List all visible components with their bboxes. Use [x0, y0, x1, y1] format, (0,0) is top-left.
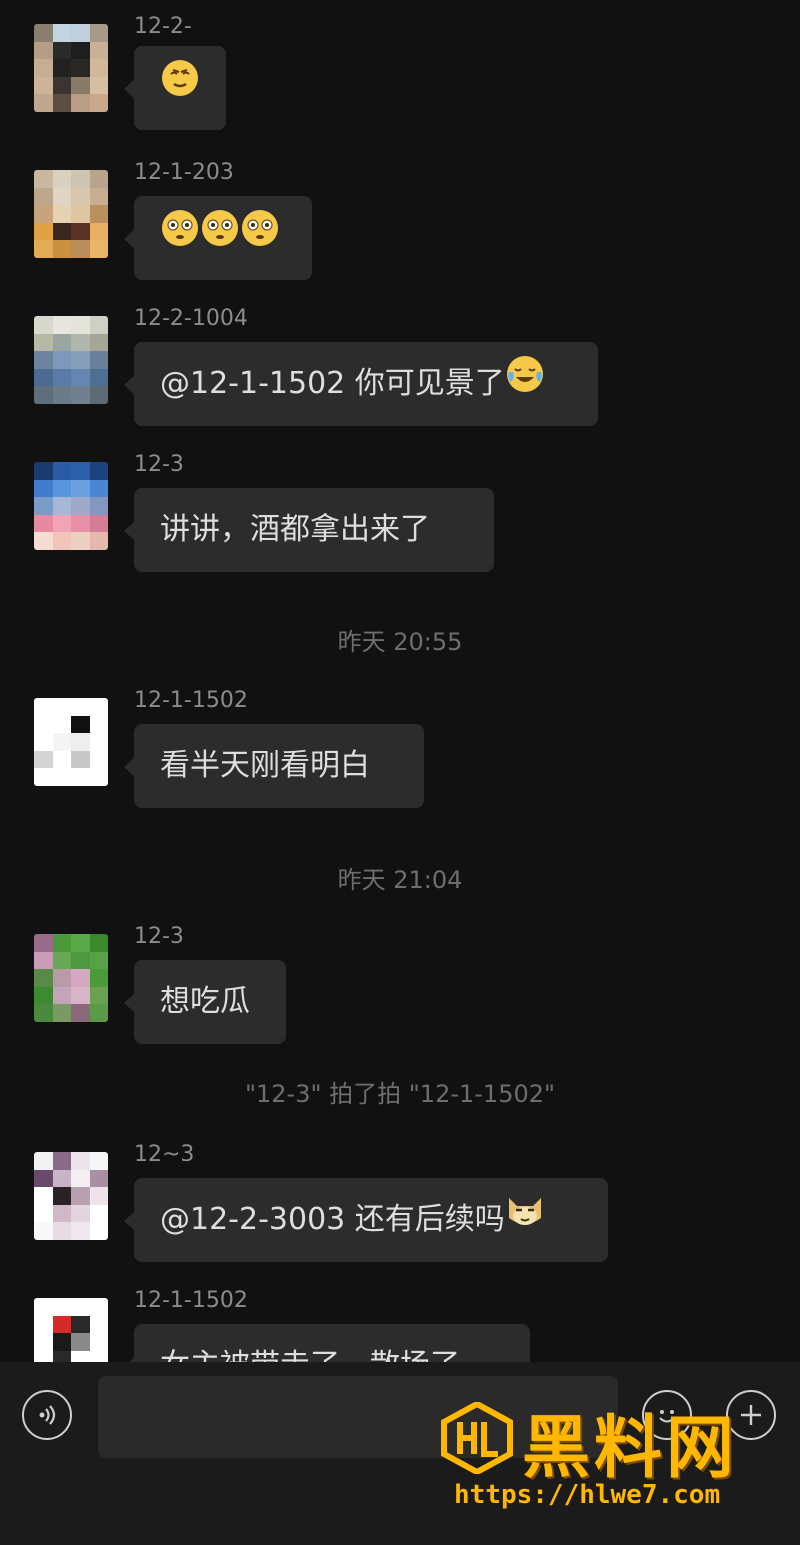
message-bubble[interactable]: @12-1-1502 你可见景了 — [124, 342, 598, 427]
message-bubble[interactable]: 看半天刚看明白 — [124, 724, 424, 808]
avatar[interactable] — [34, 934, 108, 1022]
avatar[interactable] — [34, 1298, 108, 1362]
voice-icon[interactable] — [22, 1390, 72, 1440]
sender-name: 12-1-203 — [134, 160, 234, 185]
mask-face-emoji — [160, 47, 200, 131]
tears-of-joy-emoji — [505, 343, 545, 427]
message-text: 讲讲，酒都拿出来了 — [160, 512, 430, 547]
message-item: 12~3 @12-2-3003 还有后续吗 — [0, 1142, 800, 1262]
message-bubble[interactable]: 女主被带走了，散场了 — [124, 1324, 530, 1362]
watermark-url: https://hlwe7.com — [454, 1480, 721, 1510]
message-item: 12-3 想吃瓜 — [0, 924, 800, 1044]
sender-name: 12-3 — [134, 924, 184, 949]
watermark-logo-icon — [440, 1400, 514, 1478]
message-text: @12-1-1502 你可见景了 — [160, 366, 505, 401]
message-bubble[interactable] — [124, 196, 312, 281]
sender-name: 12-2-1004 — [134, 306, 248, 331]
sender-name: 12-3 — [134, 452, 184, 477]
sender-name: 12~3 — [134, 1142, 195, 1167]
timestamp: 昨天 21:04 — [337, 866, 463, 894]
message-text: 想吃瓜 — [160, 984, 250, 1019]
message-bubble[interactable] — [124, 46, 226, 131]
flushed-face-emoji — [240, 197, 280, 281]
message-item: 12-1-1502 看半天刚看明白 — [0, 688, 800, 808]
avatar[interactable] — [34, 170, 108, 258]
message-bubble[interactable]: 讲讲，酒都拿出来了 — [124, 488, 494, 572]
timestamp: 昨天 20:55 — [337, 628, 463, 656]
flushed-face-emoji — [160, 197, 200, 281]
sender-name: 12-2- — [134, 14, 192, 39]
sender-name: 12-1-1502 — [134, 688, 248, 713]
chat-area: 12-2- 12-1-203 12-2-1004 @12-1-1502 你可见景… — [0, 0, 800, 1362]
message-item: 12-2- — [0, 14, 800, 134]
message-text: 看半天刚看明白 — [160, 748, 370, 783]
avatar[interactable] — [34, 24, 108, 112]
pat-notice: "12-3" 拍了拍 "12-1-1502" — [244, 1080, 556, 1108]
message-bubble[interactable]: 想吃瓜 — [124, 960, 286, 1044]
flushed-face-emoji — [200, 197, 240, 281]
message-text: @12-2-3003 还有后续吗 — [160, 1202, 505, 1237]
message-bubble[interactable]: @12-2-3003 还有后续吗 — [124, 1178, 608, 1263]
message-item: 12-1-203 — [0, 160, 800, 280]
avatar[interactable] — [34, 316, 108, 404]
message-text: 女主被带走了，散场了 — [160, 1348, 460, 1362]
avatar[interactable] — [34, 698, 108, 786]
sender-name: 12-1-1502 — [134, 1288, 248, 1313]
avatar[interactable] — [34, 462, 108, 550]
message-item: 12-3 讲讲，酒都拿出来了 — [0, 452, 800, 572]
avatar[interactable] — [34, 1152, 108, 1240]
message-item: 12-1-1502 女主被带走了，散场了 — [0, 1288, 800, 1362]
message-item: 12-2-1004 @12-1-1502 你可见景了 — [0, 306, 800, 426]
watermark: 黑料网 https://hlwe7.com — [436, 1398, 776, 1528]
watermark-title: 黑料网 — [522, 1409, 739, 1488]
cat-face-emoji — [505, 1179, 545, 1263]
